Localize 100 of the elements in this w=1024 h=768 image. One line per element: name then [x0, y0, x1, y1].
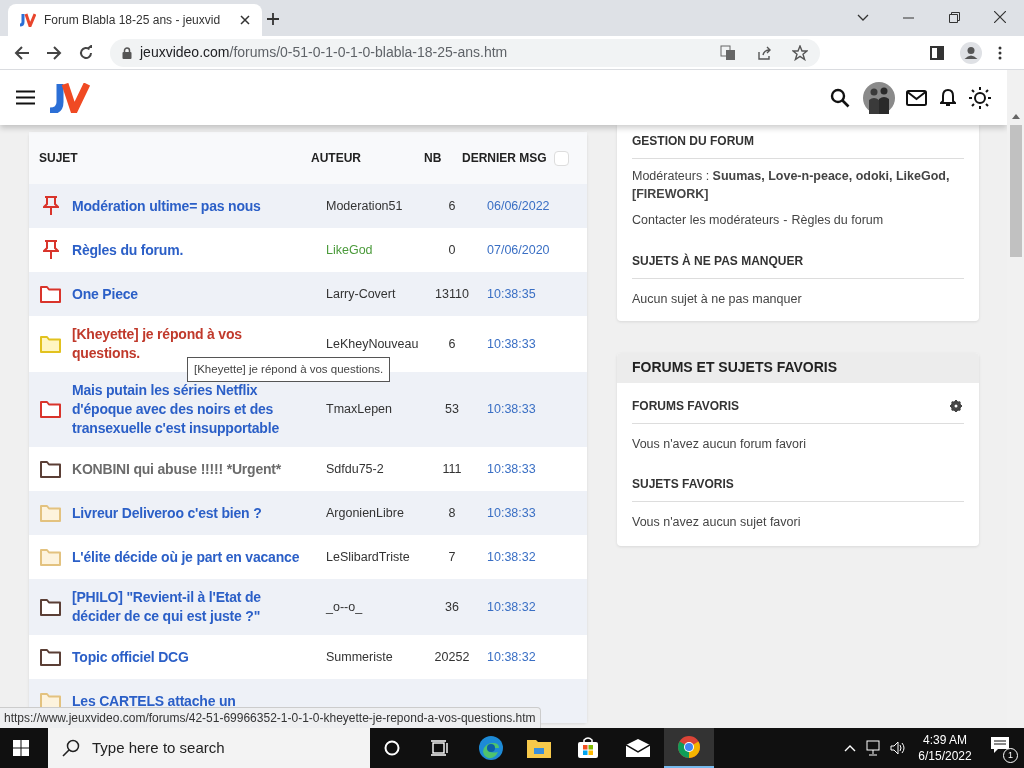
reply-count: 0	[447, 241, 457, 259]
sun-icon[interactable]	[969, 86, 991, 109]
author-name[interactable]: Larry-Covert	[312, 284, 427, 304]
cortana-icon[interactable]	[384, 740, 400, 756]
last-message-link[interactable]: 10:38:33	[477, 334, 536, 354]
edge-icon[interactable]	[478, 735, 504, 761]
avatar-icon[interactable]	[863, 81, 895, 114]
reply-count: 7	[447, 548, 457, 566]
bell-icon[interactable]	[940, 88, 956, 107]
last-message-link[interactable]: 06/06/2022	[477, 196, 550, 216]
topic-link[interactable]: Règles du forum.	[72, 240, 312, 260]
scrollbar[interactable]	[1007, 70, 1024, 728]
folder-icon	[40, 504, 61, 522]
mail-icon[interactable]	[626, 739, 650, 757]
settings-icon[interactable]	[950, 399, 962, 412]
new-tab-icon[interactable]	[266, 12, 280, 26]
address-bar[interactable]: jeuxvideo.com/forums/0-51-0-1-0-1-0-blabla-18-25-ans.htm	[110, 38, 820, 67]
clock-time[interactable]: 4:39 AM	[923, 732, 967, 748]
author-name[interactable]: LikeGod	[312, 240, 427, 260]
windows-start-icon[interactable]	[13, 740, 29, 756]
reply-count: 13110	[434, 285, 470, 303]
author-name[interactable]: Moderation51	[312, 196, 427, 216]
reload-icon[interactable]	[78, 44, 94, 61]
menu-icon[interactable]	[998, 45, 1002, 60]
empty-text: Vous n'avez aucun sujet favori	[632, 514, 802, 532]
scroll-up-icon[interactable]	[1011, 114, 1020, 119]
status-bar: https://www.jeuxvideo.com/forums/42-51-69966352-1-0-1-0-kheyette-je-repond-a-vos-questions.htm	[0, 707, 541, 728]
author-name[interactable]: TmaxLepen	[312, 400, 427, 419]
reply-count: 20252	[433, 648, 471, 666]
scroll-thumb[interactable]	[1009, 125, 1022, 257]
reply-count: 6	[447, 335, 457, 353]
reply-count: 6	[447, 197, 457, 215]
last-message-link[interactable]: 10:38:33	[477, 459, 536, 479]
search-icon	[62, 739, 80, 757]
chrome-icon	[677, 735, 701, 759]
task-view-icon[interactable]	[431, 740, 449, 756]
author-name[interactable]: LeSlibardTriste	[312, 547, 427, 567]
last-message-link[interactable]: 10:38:33	[477, 400, 536, 419]
topic-link[interactable]: One Piece	[72, 284, 312, 304]
site-logo[interactable]	[48, 82, 90, 113]
last-message-link[interactable]: 10:38:32	[477, 597, 536, 617]
author-name[interactable]: Summeriste	[312, 647, 427, 667]
network-icon[interactable]	[866, 740, 882, 756]
contact-link[interactable]: Contacter les modérateurs	[632, 211, 780, 230]
empty-text: Vous n'avez aucun forum favori	[632, 435, 807, 453]
restore-icon[interactable]	[949, 12, 960, 23]
forward-icon[interactable]	[46, 44, 62, 61]
side-panel-icon[interactable]	[930, 45, 944, 60]
topic-link[interactable]: Topic officiel DCG	[72, 647, 312, 667]
taskbar-search[interactable]: Type here to search	[48, 728, 370, 768]
close-icon[interactable]	[994, 11, 1006, 23]
chevron-up-icon[interactable]	[844, 744, 856, 752]
column-header: NB	[423, 150, 443, 167]
empty-text: Aucun sujet à ne pas manquer	[632, 290, 803, 308]
author-name[interactable]: Sdfdu75-2	[312, 459, 427, 479]
menu-icon[interactable]	[16, 90, 35, 105]
pin-icon	[42, 240, 59, 260]
site-favicon	[20, 13, 36, 27]
chrome-taskbar-button[interactable]	[664, 728, 714, 768]
tab-search-icon[interactable]	[857, 14, 869, 22]
last-message-link[interactable]: 10:38:35	[477, 284, 536, 304]
volume-icon[interactable]	[890, 740, 906, 756]
reply-count: 53	[444, 401, 460, 419]
search-placeholder: Type here to search	[92, 737, 225, 758]
topic-link[interactable]: Livreur Deliveroo c'est bien ?	[72, 503, 312, 523]
reply-count: 36	[444, 598, 460, 616]
search-icon[interactable]	[830, 87, 850, 108]
last-message-link[interactable]: 07/06/2020	[477, 240, 550, 260]
folder-icon	[40, 548, 61, 566]
close-icon[interactable]	[240, 15, 250, 25]
author-name[interactable]: ArgonienLibre	[312, 503, 427, 523]
browser-tab[interactable]: Forum Blabla 18-25 ans - jeuxvid	[8, 4, 262, 36]
author-name[interactable]: _o--o_	[312, 597, 427, 617]
folder-icon[interactable]	[527, 738, 551, 758]
folder-icon	[40, 598, 61, 616]
url-text: jeuxvideo.com/forums/0-51-0-1-0-1-0-blabla-18-25-ans.htm	[140, 43, 509, 62]
store-icon[interactable]	[577, 737, 599, 759]
topic-link[interactable]: Mais putain les séries Netflix d'époque avec des noirs et des transexuelle c'est insupportable	[72, 381, 312, 438]
topic-link[interactable]: L'élite décide où je part en vacance	[72, 547, 312, 567]
last-message-link[interactable]: 10:38:32	[477, 647, 536, 667]
last-message-link[interactable]: 10:38:33	[477, 503, 536, 523]
clock-date[interactable]: 6/15/2022	[918, 748, 972, 764]
rules-link[interactable]: Règles du forum	[791, 211, 884, 230]
share-icon[interactable]	[756, 44, 772, 61]
select-all-checkbox[interactable]	[554, 150, 569, 166]
tooltip: [Kheyette] je répond à vos questions.	[187, 357, 391, 383]
column-header: DERNIER MSG	[461, 150, 548, 166]
star-icon[interactable]	[792, 44, 808, 61]
topic-link[interactable]: KONBINI qui abuse !!!!! *Urgent*	[72, 459, 312, 479]
back-icon[interactable]	[14, 44, 30, 61]
folder-icon	[40, 460, 61, 478]
topic-link[interactable]: [PHILO] "Revient-il à l'Etat de décider de ce qui est juste ?"	[72, 588, 312, 626]
topic-link[interactable]: Modération ultime= pas nous	[72, 196, 312, 216]
reply-count: 111	[441, 460, 463, 478]
profile-icon[interactable]	[960, 41, 982, 64]
last-message-link[interactable]: 10:38:32	[477, 547, 536, 567]
section-heading: FORUMS FAVORIS	[632, 397, 741, 415]
mail-icon[interactable]	[906, 89, 927, 106]
section-heading: SUJETS À NE PAS MANQUER	[632, 229, 964, 279]
author-name[interactable]: LeKheyNouveau	[312, 334, 427, 354]
